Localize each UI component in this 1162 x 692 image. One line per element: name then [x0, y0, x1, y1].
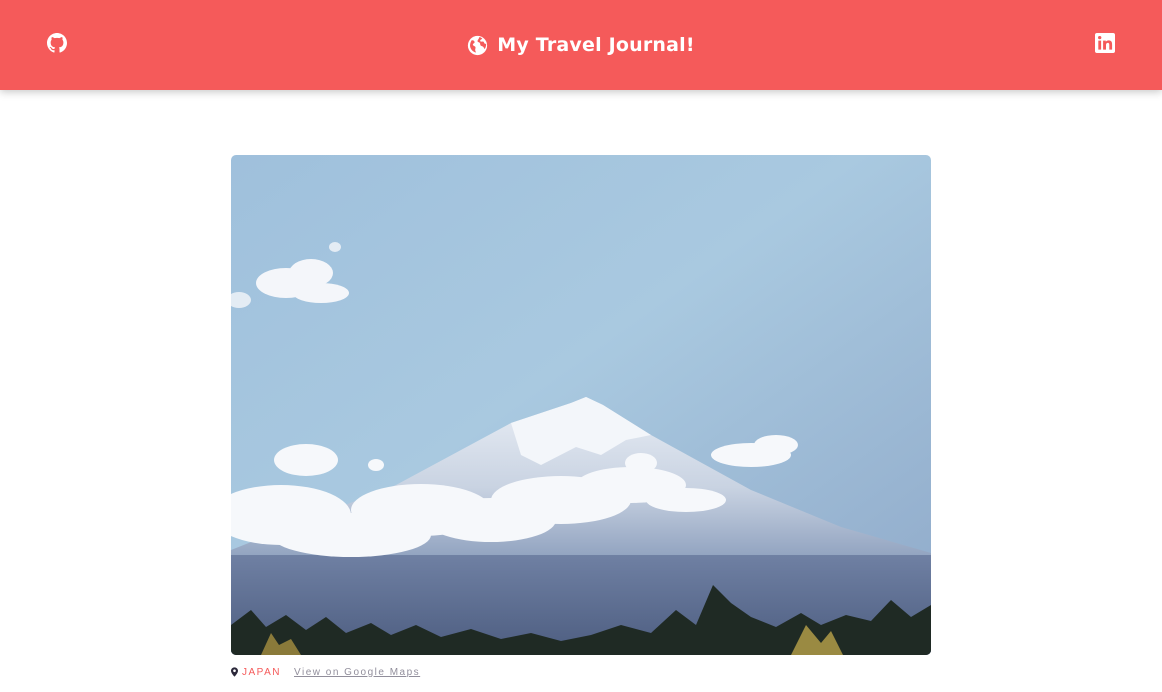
- linkedin-icon: [1095, 33, 1115, 53]
- navbar: My Travel Journal!: [0, 0, 1162, 90]
- app-title: My Travel Journal!: [497, 34, 695, 56]
- brand: My Travel Journal!: [0, 0, 1162, 90]
- entry-location: JAPAN View on Google Maps: [231, 664, 420, 680]
- location-pin-icon: [231, 667, 238, 677]
- google-maps-link[interactable]: View on Google Maps: [294, 667, 420, 678]
- globe-icon: [468, 35, 488, 55]
- mount-fuji-photo: [231, 155, 931, 655]
- country-label: JAPAN: [242, 666, 281, 678]
- linkedin-link[interactable]: [1095, 33, 1115, 53]
